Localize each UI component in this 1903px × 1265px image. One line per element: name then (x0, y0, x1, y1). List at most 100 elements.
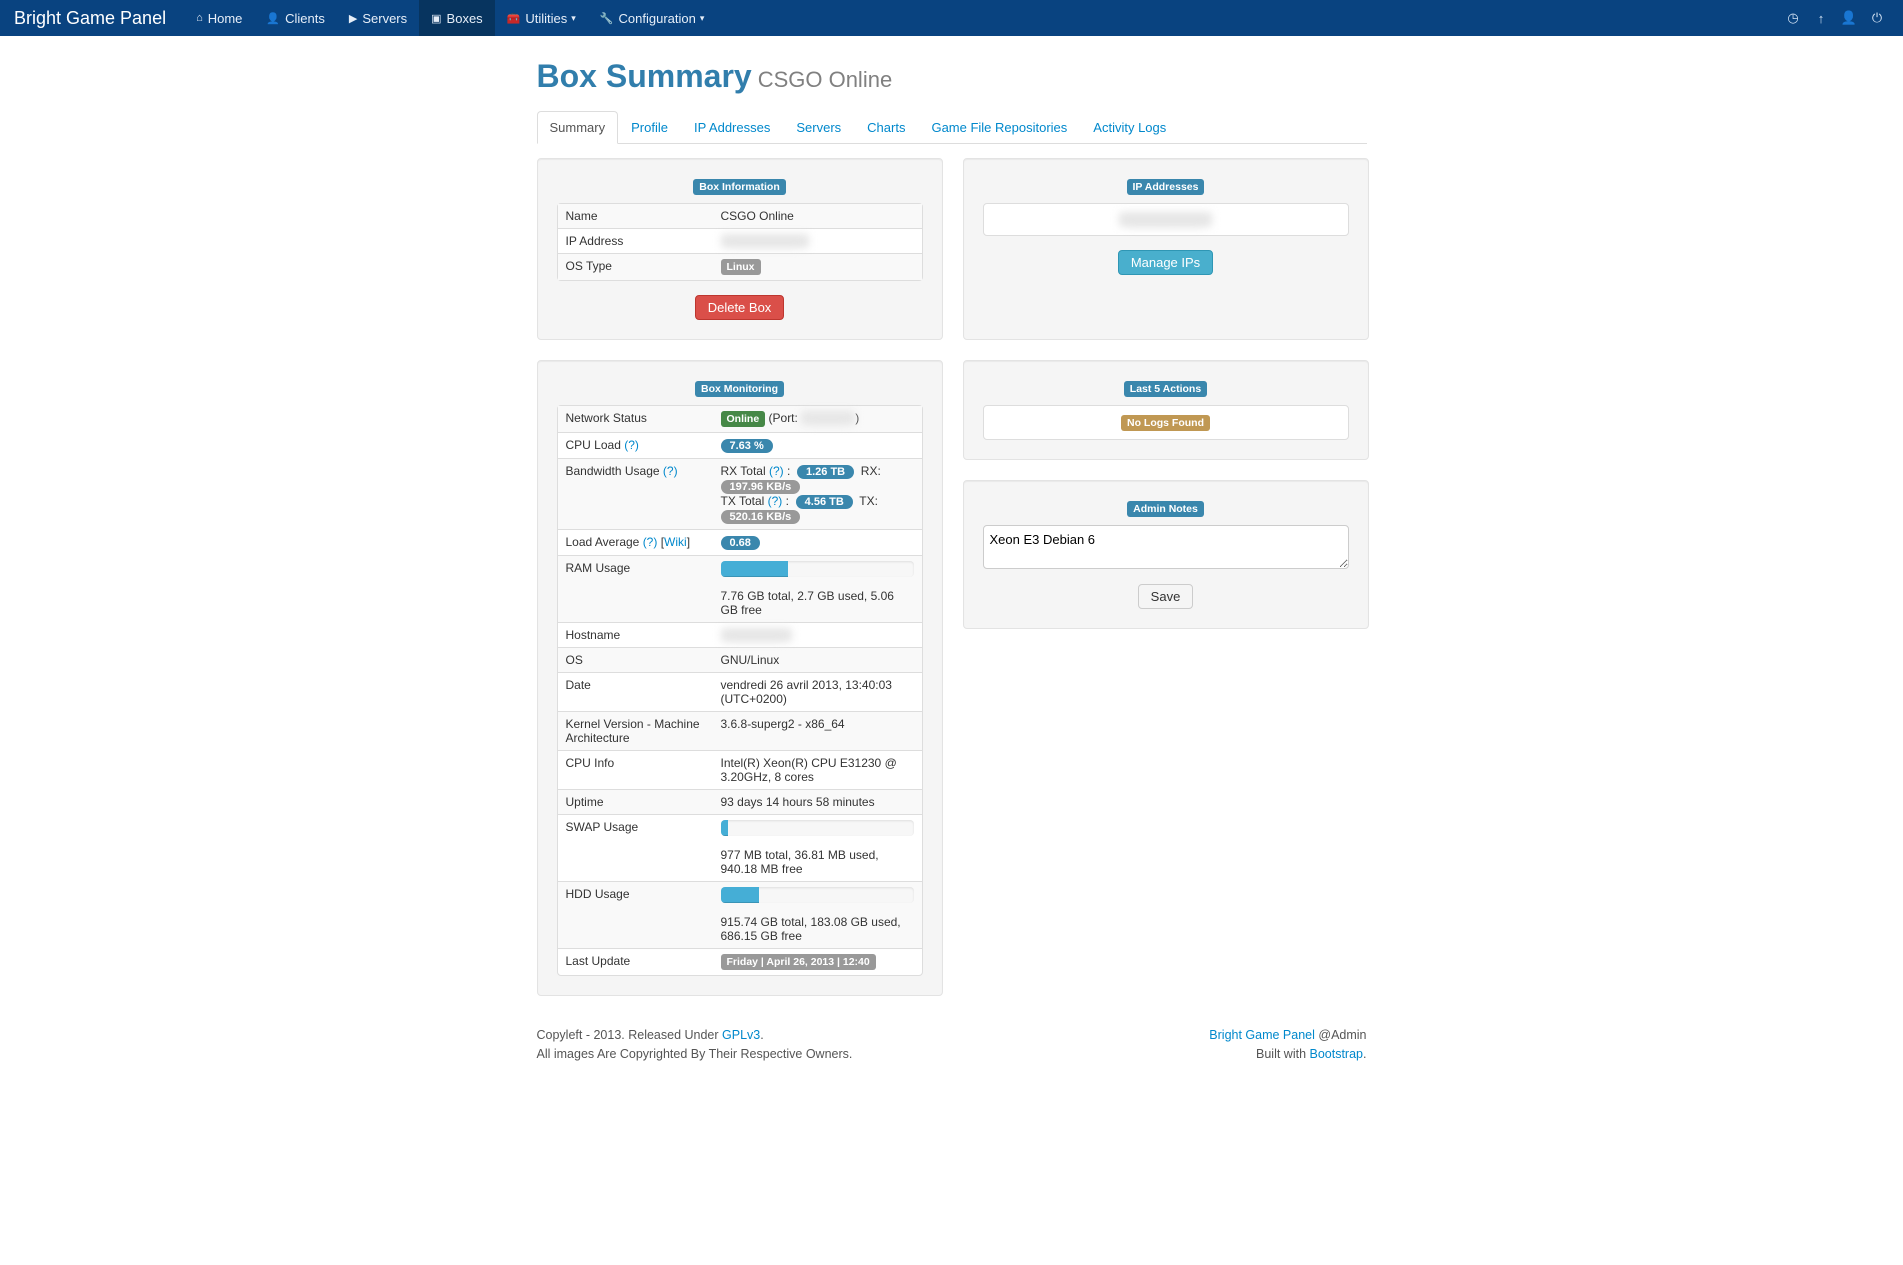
power-icon[interactable]: ⏻ (1863, 0, 1891, 36)
tab-repos[interactable]: Game File Repositories (918, 111, 1080, 144)
actions-header: Last 5 Actions (1124, 381, 1207, 397)
delete-box-button[interactable]: Delete Box (695, 295, 785, 320)
tab-summary[interactable]: Summary (537, 111, 619, 144)
box-info-panel: Box Information NameCSGO Online IP Addre… (537, 158, 943, 340)
notes-textarea[interactable] (983, 525, 1349, 569)
box-info-table: NameCSGO Online IP Address████████ OS Ty… (557, 203, 923, 281)
nav-left: ⌂ Home 👤Clients ▶ Servers ▣ Boxes 🧰Utilitie… (184, 0, 716, 36)
label-uptime: Uptime (558, 789, 713, 814)
nav-right: ◷ ↑ 👤 ⏻ (1779, 0, 1891, 36)
label-cpu: CPU Load (?) (558, 432, 713, 458)
wiki-link[interactable]: Wiki (664, 535, 687, 549)
value-name: CSGO Online (713, 204, 922, 228)
user-icon[interactable]: 👤 (1835, 0, 1863, 36)
brand[interactable]: Bright Game Panel (12, 8, 184, 29)
value-os: Linux (713, 253, 922, 280)
value-date: vendredi 26 avril 2013, 13:40:03 (UTC+02… (713, 672, 922, 711)
wrench-icon: 🔧 (600, 12, 614, 25)
label-ram: RAM Usage (558, 555, 713, 622)
value-bw: RX Total (?) : 1.26 TB RX: 197.96 KB/s T… (713, 458, 922, 529)
nav-servers[interactable]: ▶ Servers (337, 0, 419, 36)
save-notes-button[interactable]: Save (1138, 584, 1194, 609)
footer-admin: @Admin (1315, 1028, 1367, 1042)
manage-ips-button[interactable]: Manage IPs (1118, 250, 1213, 275)
label-last: Last Update (558, 948, 713, 975)
nav-boxes[interactable]: ▣ Boxes (419, 0, 495, 36)
gpl-link[interactable]: GPLv3 (722, 1028, 760, 1042)
caret-icon: ▾ (571, 13, 576, 24)
clock-icon[interactable]: ◷ (1779, 0, 1807, 36)
value-ram: 7.76 GB total, 2.7 GB used, 5.06 GB free (713, 555, 922, 622)
nav-boxes-label: Boxes (447, 11, 483, 26)
footer-copyright: All images Are Copyrighted By Their Resp… (537, 1047, 853, 1061)
value-net: Online (Port: ████) (713, 406, 922, 432)
ip-table: ████████ (983, 203, 1349, 236)
tab-ip[interactable]: IP Addresses (681, 111, 783, 144)
ip-header: IP Addresses (1127, 179, 1205, 195)
cpu-help-link[interactable]: (?) (624, 438, 639, 452)
ram-bar (721, 561, 789, 577)
footer-copyleft: Copyleft - 2013. Released Under (537, 1028, 723, 1042)
label-swap: SWAP Usage (558, 814, 713, 881)
briefcase-icon: 🧰 (507, 12, 521, 25)
bgp-link[interactable]: Bright Game Panel (1209, 1028, 1315, 1042)
tabs: Summary Profile IP Addresses Servers Cha… (537, 111, 1367, 144)
label-os2: OS (558, 647, 713, 672)
navbar: Bright Game Panel ⌂ Home 👤Clients ▶ Server… (0, 0, 1903, 36)
user-icon: 👤 (266, 12, 280, 25)
notes-panel: Admin Notes Save (963, 480, 1369, 629)
actions-panel: Last 5 Actions No Logs Found (963, 360, 1369, 460)
nav-config-label: Configuration (619, 11, 696, 26)
label-os: OS Type (558, 253, 713, 280)
page-header: Box SummaryCSGO Online (537, 48, 1367, 101)
hdd-icon: ▣ (431, 12, 441, 25)
nav-clients[interactable]: 👤Clients (254, 0, 336, 36)
tab-profile[interactable]: Profile (618, 111, 681, 144)
actions-table: No Logs Found (983, 405, 1349, 440)
label-cpuinfo: CPU Info (558, 750, 713, 789)
play-icon: ▶ (349, 12, 357, 25)
monitor-panel: Box Monitoring Network Status Online (Po… (537, 360, 943, 996)
label-date: Date (558, 672, 713, 711)
label-net: Network Status (558, 406, 713, 432)
nav-home[interactable]: ⌂ Home (184, 0, 254, 36)
value-last: Friday | April 26, 2013 | 12:40 (713, 948, 922, 975)
footer-built: Built with (1256, 1047, 1310, 1061)
label-ip: IP Address (558, 228, 713, 253)
tab-logs[interactable]: Activity Logs (1080, 111, 1179, 144)
value-load: 0.68 (713, 529, 922, 555)
tx-help-link[interactable]: (?) (768, 494, 783, 508)
home-icon: ⌂ (196, 12, 203, 24)
box-info-header: Box Information (693, 179, 786, 195)
label-bw: Bandwidth Usage (?) (558, 458, 713, 529)
tab-charts[interactable]: Charts (854, 111, 918, 144)
nav-utilities[interactable]: 🧰Utilities▾ (495, 0, 588, 36)
label-name: Name (558, 204, 713, 228)
value-cpuinfo: Intel(R) Xeon(R) CPU E31230 @ 3.20GHz, 8… (713, 750, 922, 789)
page-title: Box Summary (537, 58, 752, 94)
bootstrap-link[interactable]: Bootstrap (1310, 1047, 1364, 1061)
label-load: Load Average (?) [Wiki] (558, 529, 713, 555)
hdd-bar (721, 887, 760, 903)
upload-icon[interactable]: ↑ (1807, 0, 1835, 36)
caret-icon: ▾ (700, 13, 705, 24)
page-subtitle: CSGO Online (758, 67, 893, 92)
value-ip: ████████ (713, 228, 922, 253)
swap-bar (721, 820, 729, 836)
rx-help-link[interactable]: (?) (769, 464, 784, 478)
tab-servers[interactable]: Servers (783, 111, 854, 144)
label-hdd: HDD Usage (558, 881, 713, 948)
nav-configuration[interactable]: 🔧 Configuration ▾ (588, 0, 717, 36)
no-logs-label: No Logs Found (1121, 415, 1210, 431)
nav-servers-label: Servers (362, 11, 407, 26)
notes-header: Admin Notes (1127, 501, 1204, 517)
monitor-table: Network Status Online (Port: ████) CPU L… (557, 405, 923, 976)
label-kernel: Kernel Version - Machine Architecture (558, 711, 713, 750)
value-hdd: 915.74 GB total, 183.08 GB used, 686.15 … (713, 881, 922, 948)
load-help-link[interactable]: (?) (643, 535, 658, 549)
value-os2: GNU/Linux (713, 647, 922, 672)
value-uptime: 93 days 14 hours 58 minutes (713, 789, 922, 814)
bw-help-link[interactable]: (?) (663, 464, 678, 478)
nav-home-label: Home (208, 11, 243, 26)
monitor-header: Box Monitoring (695, 381, 784, 397)
